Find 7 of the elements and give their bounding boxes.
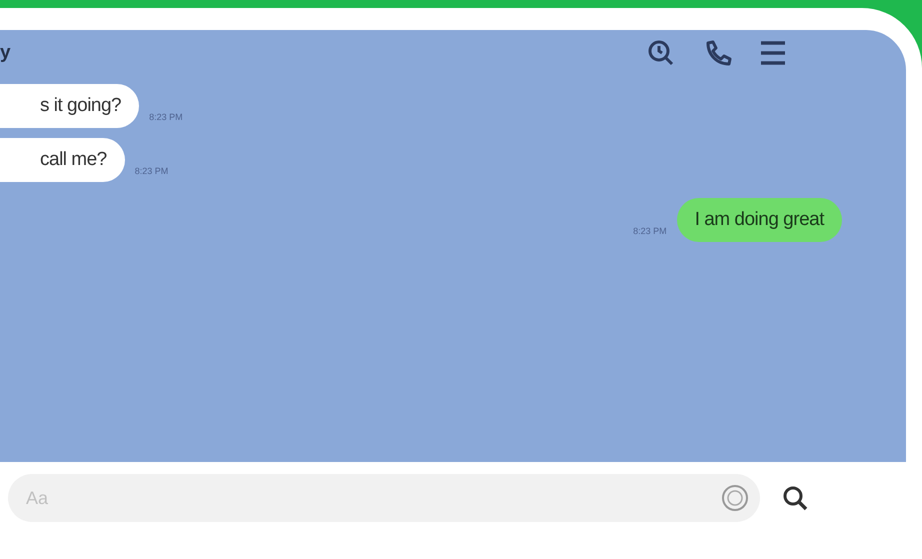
message-time: 8:23 PM: [149, 112, 183, 124]
message-time: 8:23 PM: [134, 166, 168, 178]
message-bubble: I am doing great: [676, 198, 842, 242]
chat-title: y: [0, 42, 11, 64]
message-bubble: call me?: [0, 138, 125, 182]
message-bubble: s it going?: [0, 84, 140, 128]
message-time: 8:23 PM: [633, 226, 667, 238]
